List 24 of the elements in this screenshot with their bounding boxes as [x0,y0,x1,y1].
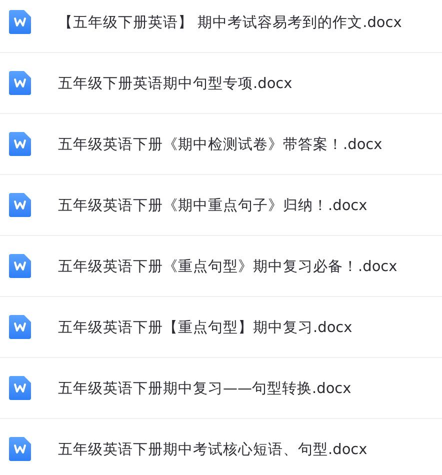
word-document-icon [9,132,31,156]
file-row[interactable]: 五年级英语下册《重点句型》期中复习必备！.docx [0,236,442,297]
file-name: 五年级英语下册【重点句型】期中复习.docx [58,318,352,336]
file-row[interactable]: 五年级英语下册期中考试核心短语、句型.docx [0,419,442,475]
word-document-icon [9,193,31,217]
file-name: 五年级英语下册期中复习——句型转换.docx [58,380,352,398]
word-document-icon [9,254,31,278]
word-document-icon [9,71,31,95]
file-name: 五年级英语下册《期中重点句子》归纳！.docx [58,196,368,214]
file-row[interactable]: 【五年级下册英语】 期中考试容易考到的作文.docx [0,0,442,53]
word-document-icon [9,315,31,339]
file-name: 五年级英语下册《重点句型》期中复习必备！.docx [58,258,398,276]
word-document-icon [9,376,31,400]
file-row[interactable]: 五年级英语下册期中复习——句型转换.docx [0,358,442,419]
file-name: 五年级英语下册《期中检测试卷》带答案！.docx [58,136,382,154]
word-document-icon [9,10,31,34]
file-row[interactable]: 五年级下册英语期中句型专项.docx [0,53,442,114]
file-row[interactable]: 五年级英语下册【重点句型】期中复习.docx [0,297,442,358]
file-row[interactable]: 五年级英语下册《期中检测试卷》带答案！.docx [0,114,442,175]
file-name: 五年级下册英语期中句型专项.docx [58,74,292,92]
file-name: 五年级英语下册期中考试核心短语、句型.docx [58,440,368,458]
file-row[interactable]: 五年级英语下册《期中重点句子》归纳！.docx [0,175,442,236]
word-document-icon [9,437,31,461]
file-name: 【五年级下册英语】 期中考试容易考到的作文.docx [58,14,402,32]
